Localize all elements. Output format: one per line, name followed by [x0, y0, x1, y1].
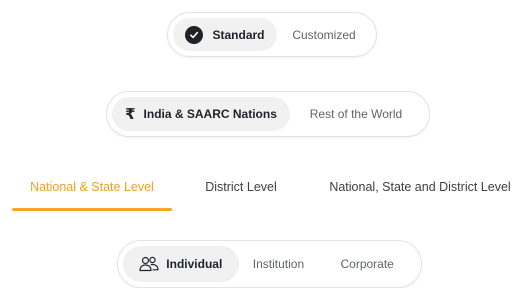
tab-district-level[interactable]: District Level: [198, 168, 284, 212]
region-option-rest-of-world-label: Rest of the World: [309, 107, 403, 121]
tab-national-state-district-level-label: National, State and District Level: [329, 180, 511, 194]
tab-national-state-district-level[interactable]: National, State and District Level: [316, 168, 520, 212]
tab-national-state-level-label: National & State Level: [30, 180, 154, 194]
plan-option-standard-label: Standard: [212, 27, 265, 42]
rupee-icon: ₹: [125, 105, 136, 123]
applicant-option-individual-label: Individual: [166, 257, 223, 271]
region-toggle: ₹ India & SAARC Nations Rest of the Worl…: [106, 91, 430, 137]
region-option-rest-of-world[interactable]: Rest of the World: [290, 97, 422, 131]
applicant-option-institution[interactable]: Institution: [239, 246, 319, 282]
level-tabs: National & State Level District Level Na…: [0, 168, 520, 214]
applicant-option-individual[interactable]: Individual: [123, 246, 239, 282]
plan-toggle: Standard Customized: [167, 12, 377, 57]
tab-national-state-level[interactable]: National & State Level: [12, 168, 172, 212]
applicant-toggle: Individual Institution Corporate: [117, 240, 422, 288]
region-option-india-saarc[interactable]: ₹ India & SAARC Nations: [112, 97, 290, 131]
plan-option-customized[interactable]: Customized: [277, 18, 371, 51]
applicant-option-institution-label: Institution: [252, 257, 305, 271]
plan-option-customized-label: Customized: [292, 27, 356, 42]
active-tab-indicator: [12, 208, 172, 211]
plan-option-standard[interactable]: Standard: [173, 18, 277, 51]
applicant-option-corporate-label: Corporate: [340, 257, 394, 271]
people-icon: [139, 256, 159, 272]
check-circle-icon: [185, 25, 204, 44]
applicant-option-corporate[interactable]: Corporate: [318, 246, 416, 282]
tab-district-level-label: District Level: [205, 180, 277, 194]
region-option-india-saarc-label: India & SAARC Nations: [143, 107, 277, 121]
